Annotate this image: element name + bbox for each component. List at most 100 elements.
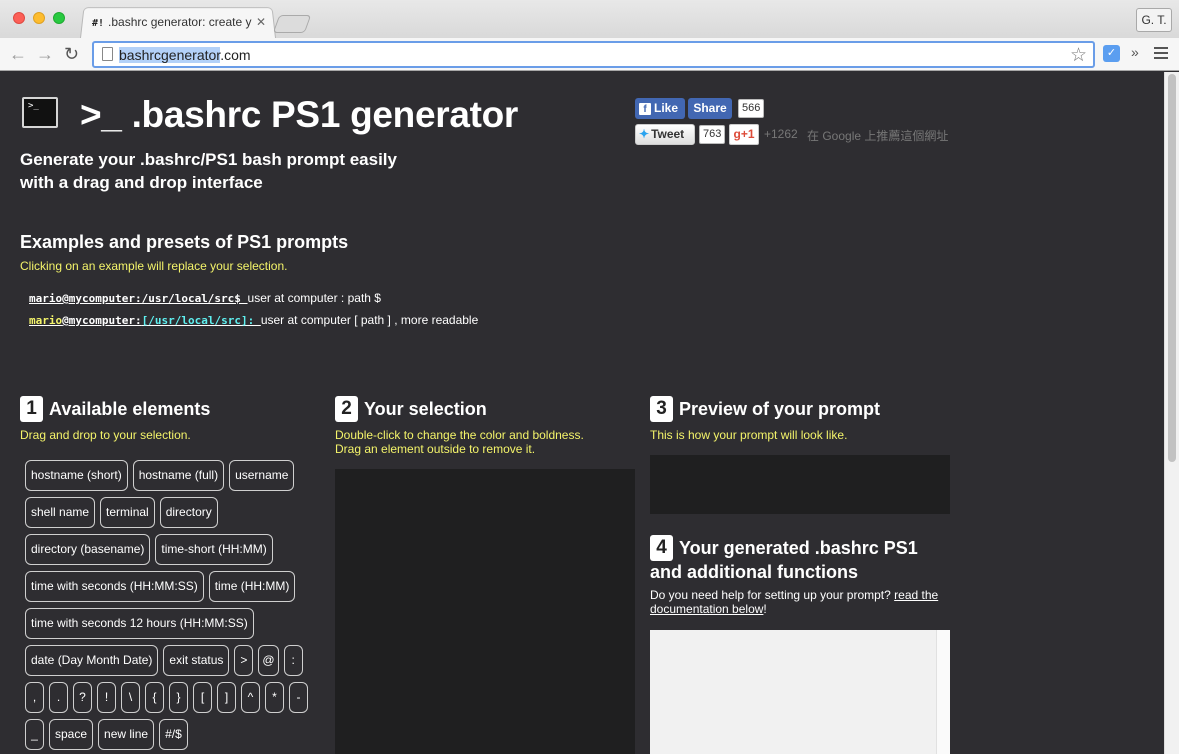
available-elements-list: hostname (short) hostname (full) username s…: [25, 460, 315, 754]
step-hint: Drag and drop to your selection.: [20, 428, 191, 442]
element-chip[interactable]: .: [49, 682, 68, 713]
element-chip[interactable]: directory: [159, 497, 218, 528]
google-plus-count: +1262: [764, 127, 798, 141]
facebook-share-button[interactable]: Share: [688, 98, 732, 119]
extensions-overflow-icon[interactable]: »: [1131, 44, 1139, 60]
reload-icon[interactable]: ↻: [64, 44, 79, 64]
element-chip[interactable]: >: [234, 645, 254, 676]
window-maximize-button[interactable]: [53, 12, 65, 24]
page-subtitle: Generate your .bashrc/PS1 bash prompt ea…: [20, 148, 460, 194]
element-chip[interactable]: terminal: [100, 497, 155, 528]
twitter-bird-icon: ✦: [639, 127, 650, 141]
extension-icon[interactable]: ✓: [1103, 45, 1120, 62]
element-chip[interactable]: _: [25, 719, 44, 750]
window-minimize-button[interactable]: [33, 12, 45, 24]
back-arrow-icon[interactable]: ←: [9, 44, 27, 64]
tweet-count: 763: [699, 125, 726, 144]
element-chip[interactable]: date (Day Month Date): [25, 645, 159, 676]
url-selected-text: bashrcgenerator: [119, 47, 221, 63]
code-scrollbar[interactable]: [936, 630, 950, 754]
element-chip[interactable]: \: [121, 682, 140, 713]
new-tab-button[interactable]: [272, 15, 312, 33]
google-plus-button[interactable]: g+1: [729, 124, 759, 145]
step-title-line-2: and additional functions: [650, 562, 858, 582]
generated-code-textarea[interactable]: [650, 630, 950, 754]
step-your-selection: 2 Your selection Double-click to change t…: [335, 396, 584, 456]
step-generated-code: 4 Your generated .bashrc PS1 and addition…: [650, 535, 950, 616]
forward-arrow-icon[interactable]: →: [36, 44, 54, 64]
terminal-logo-icon: >_: [22, 97, 58, 128]
selection-dropzone[interactable]: [335, 469, 635, 754]
step-preview: 3 Preview of your prompt This is how your…: [650, 396, 880, 442]
element-chip[interactable]: ,: [25, 682, 44, 713]
step-title: Preview of your prompt: [679, 398, 881, 419]
element-chip[interactable]: directory (basename): [25, 534, 151, 565]
example-description: user at computer : path $: [247, 291, 381, 305]
tab-close-icon[interactable]: ✕: [256, 15, 266, 29]
window-close-button[interactable]: [13, 12, 25, 24]
url-domain-suffix: .com: [220, 47, 251, 63]
step-title: Available elements: [49, 398, 211, 419]
page-title: >_ .bashrc PS1 generator: [80, 94, 519, 135]
page-content: >_ >_ .bashrc PS1 generator Generate you…: [0, 72, 1164, 754]
step-hint: Do you need help for setting up your pro…: [650, 588, 939, 616]
element-chip[interactable]: exit status: [163, 645, 230, 676]
facebook-count: 566: [738, 99, 765, 118]
example-code: mario@mycomputer:/usr/local/src$: [29, 292, 248, 305]
tab-title-text: .bashrc generator: create y: [108, 15, 252, 29]
element-chip[interactable]: ^: [241, 682, 260, 713]
url-text[interactable]: bashrcgenerator.com: [119, 47, 251, 63]
element-chip[interactable]: time-short (HH:MM): [155, 534, 273, 565]
bookmark-star-icon[interactable]: ☆: [1070, 44, 1087, 67]
element-chip[interactable]: }: [169, 682, 188, 713]
scrollbar-thumb[interactable]: [1168, 74, 1176, 462]
element-chip[interactable]: new line: [98, 719, 155, 750]
step-title: Your selection: [364, 398, 487, 419]
google-plus-text: 在 Google 上推薦這個網址: [807, 129, 949, 143]
element-chip[interactable]: shell name: [25, 497, 96, 528]
element-chip[interactable]: *: [265, 682, 284, 713]
element-chip[interactable]: -: [289, 682, 308, 713]
element-chip[interactable]: ]: [217, 682, 236, 713]
example-preset-1[interactable]: mario@mycomputer:/usr/local/src$ user at…: [29, 291, 381, 305]
element-chip[interactable]: !: [97, 682, 116, 713]
element-chip[interactable]: {: [145, 682, 164, 713]
example-preset-2[interactable]: mario@mycomputer:[/usr/local/src]: user …: [29, 313, 478, 327]
tweet-button[interactable]: ✦ Tweet: [635, 124, 695, 145]
element-chip[interactable]: time with seconds (HH:MM:SS): [25, 571, 204, 602]
profile-button[interactable]: G. T.: [1136, 8, 1172, 32]
element-chip[interactable]: space: [49, 719, 94, 750]
step-number: 1: [20, 396, 43, 422]
step-number: 4: [650, 535, 673, 561]
example-code: mario@mycomputer:[/usr/local/src]:: [29, 314, 261, 327]
prompt-preview: [650, 455, 950, 514]
subtitle-line-1: Generate your .bashrc/PS1 bash prompt ea…: [20, 150, 397, 169]
facebook-like-button[interactable]: f Like: [635, 98, 685, 119]
step-number: 3: [650, 396, 673, 422]
element-chip[interactable]: hostname (full): [132, 460, 225, 491]
examples-heading: Examples and presets of PS1 prompts: [20, 232, 349, 252]
element-chip[interactable]: [: [193, 682, 212, 713]
facebook-icon: f: [639, 103, 651, 115]
step-hint: This is how your prompt will look like.: [650, 428, 848, 442]
element-chip[interactable]: hostname (short): [25, 460, 128, 491]
address-bar[interactable]: bashrcgenerator.com ☆: [92, 41, 1095, 68]
hamburger-menu-icon[interactable]: [1154, 47, 1168, 59]
page-scrollbar[interactable]: [1164, 72, 1179, 754]
element-chip[interactable]: username: [229, 460, 295, 491]
element-chip[interactable]: ?: [73, 682, 92, 713]
tab-title[interactable]: #! .bashrc generator: create y: [92, 15, 262, 31]
subtitle-line-2: with a drag and drop interface: [20, 173, 263, 192]
favicon-icon: #!: [92, 18, 105, 29]
element-chip[interactable]: :: [283, 645, 303, 676]
element-chip[interactable]: #/$: [159, 719, 188, 750]
step-number: 2: [335, 396, 358, 422]
step-available-elements: 1 Available elements Drag and drop to you…: [20, 396, 210, 442]
element-chip[interactable]: @: [258, 645, 279, 676]
step-title: Your generated .bashrc PS1: [679, 537, 918, 558]
browser-toolbar: ← → ↻ bashrcgenerator.com ☆ ✓ »: [0, 38, 1179, 71]
element-chip[interactable]: time with seconds 12 hours (HH:MM:SS): [25, 608, 254, 639]
example-description: user at computer [ path ] , more readabl…: [260, 313, 479, 327]
step-hint: Double-click to change the color and bol…: [335, 428, 584, 456]
element-chip[interactable]: time (HH:MM): [208, 571, 296, 602]
